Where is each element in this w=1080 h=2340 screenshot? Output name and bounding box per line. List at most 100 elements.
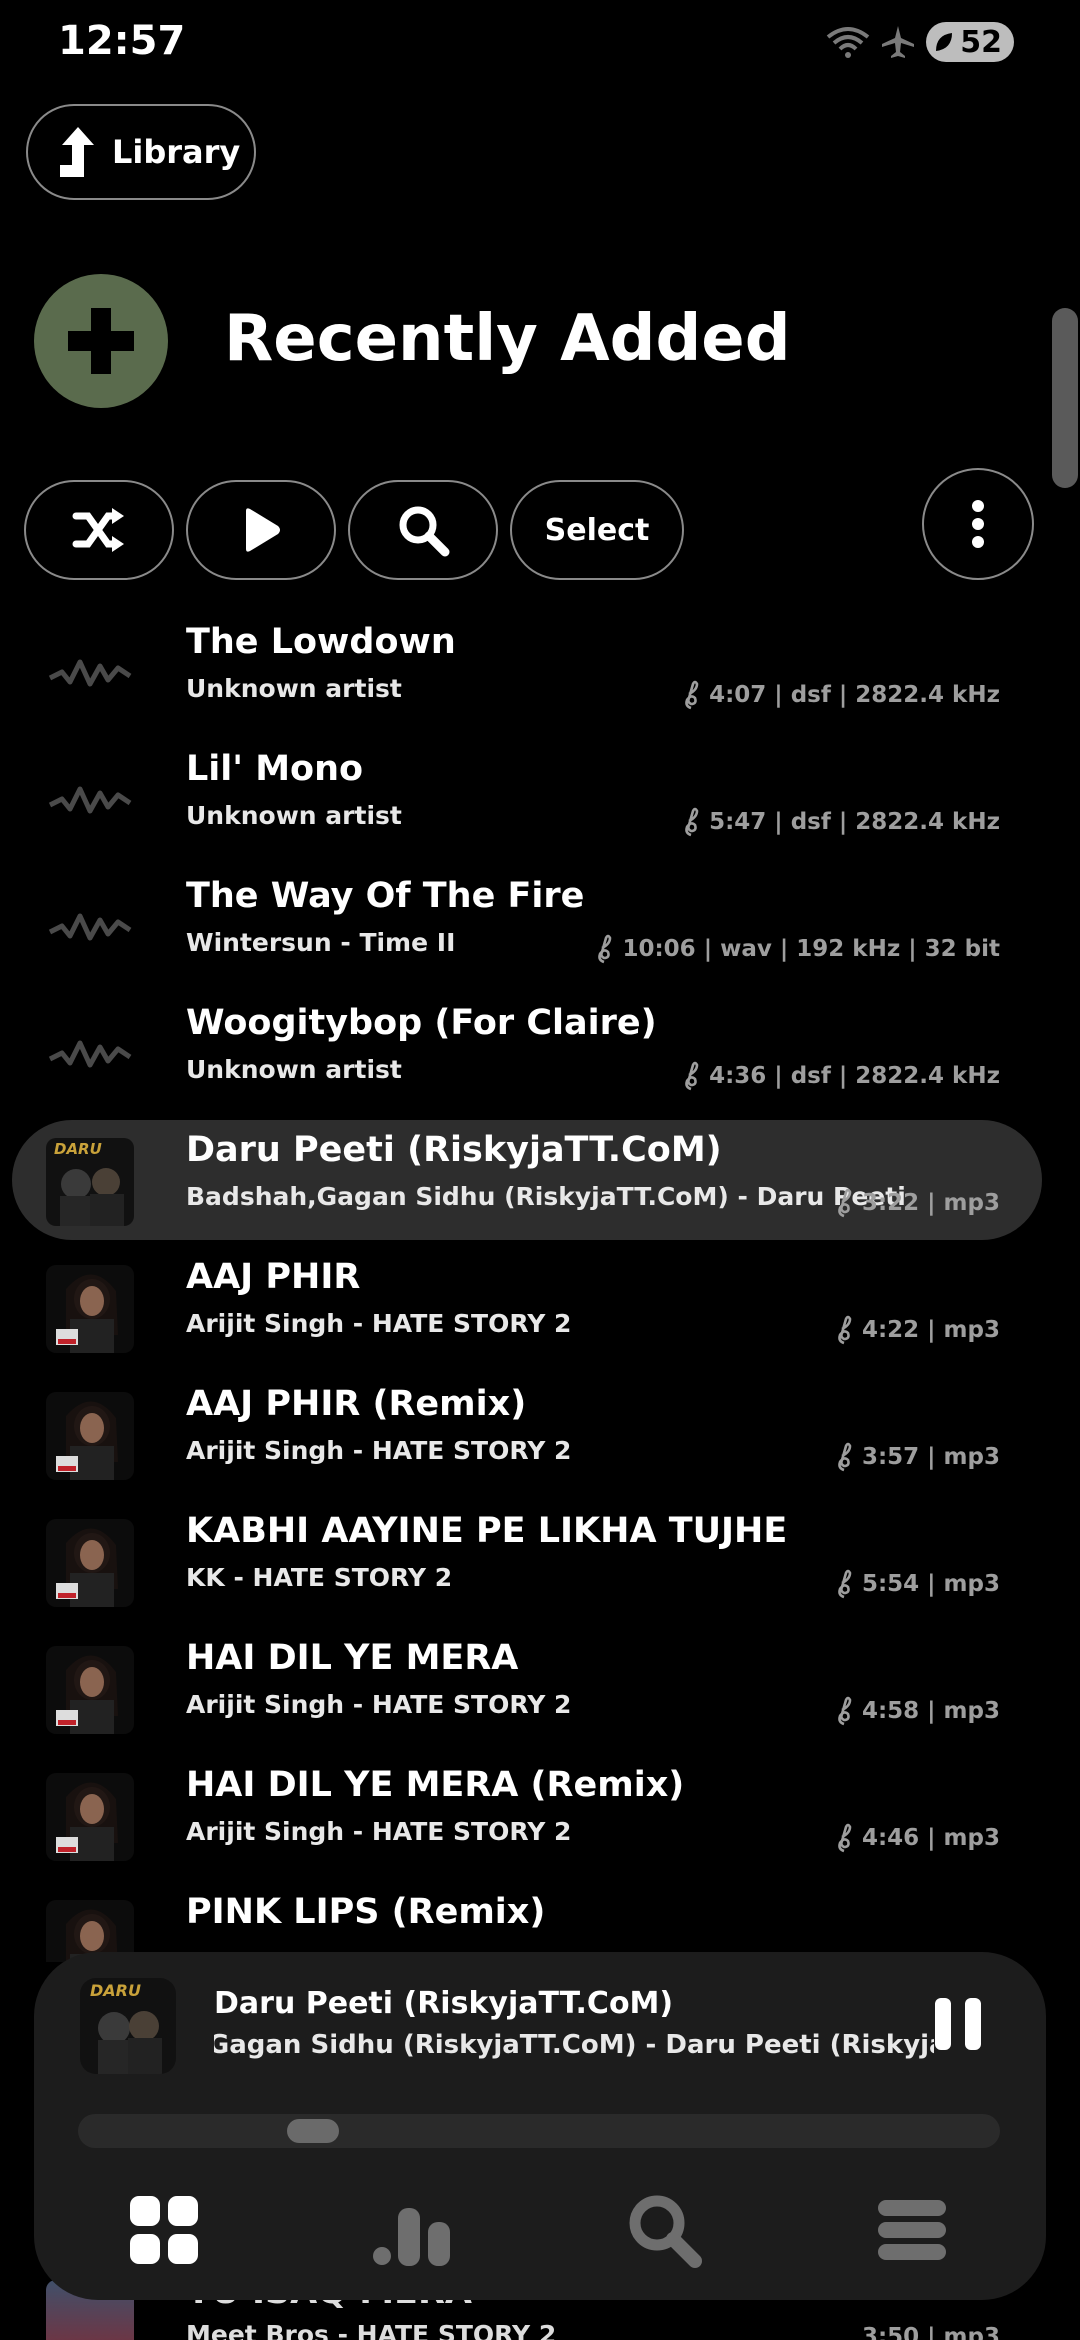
track-meta-text: 3:57 | mp3 <box>861 1444 1000 1470</box>
music-note-icon <box>838 1315 852 1345</box>
track-subtitle: Unknown artist <box>186 801 402 830</box>
track-subtitle: Unknown artist <box>186 1055 402 1084</box>
nav-menu[interactable] <box>862 2180 962 2280</box>
track-row[interactable]: KABHI AAYINE PE LIKHA TUJHE KK - HATE STO… <box>0 1491 1080 1618</box>
track-meta: 3:22 | mp3 <box>836 1188 1000 1218</box>
track-title: Lil' Mono <box>186 749 364 789</box>
waveform-icon <box>48 1040 132 1068</box>
track-meta: 4:58 | mp3 <box>836 1696 1000 1726</box>
album-art <box>46 1646 134 1734</box>
battery-indicator: 52 <box>926 22 1014 62</box>
more-options-button[interactable] <box>922 468 1034 580</box>
plus-icon <box>68 308 134 374</box>
now-playing-bar[interactable]: DARU Daru Peeti (RiskyjaTT.CoM) Badshah,… <box>34 1952 1046 2300</box>
track-artwork <box>46 1646 134 1734</box>
search-icon <box>399 506 450 557</box>
airplane-mode-icon <box>882 26 915 58</box>
progress-slider[interactable] <box>78 2114 1000 2148</box>
music-note-icon <box>685 807 699 837</box>
status-icons: 52 <box>826 22 1014 62</box>
pause-icon-bar <box>965 1998 981 2050</box>
play-all-button[interactable] <box>186 480 336 580</box>
track-row[interactable]: PINK LIPS (Remix) <box>0 1872 1080 1962</box>
track-meta-text: 5:47 | dsf | 2822.4 kHz <box>709 809 1000 835</box>
track-title: The Way Of The Fire <box>186 876 585 916</box>
library-label: Library <box>112 133 241 171</box>
track-artwork: DARU <box>46 1138 134 1226</box>
track-meta-text: 4:46 | mp3 <box>861 1825 1000 1851</box>
track-title: HAI DIL YE MERA (Remix) <box>186 1765 685 1805</box>
track-row[interactable]: The Lowdown Unknown artist 4:07 | dsf | 28… <box>0 602 1080 729</box>
track-subtitle: Arijit Singh - HATE STORY 2 <box>186 1817 572 1846</box>
music-note-icon <box>685 1061 699 1091</box>
track-subtitle: Meet Bros - HATE STORY 2 <box>186 2320 557 2340</box>
track-meta: 5:54 | mp3 <box>836 1569 1000 1599</box>
track-row[interactable]: HAI DIL YE MERA (Remix) Arijit Singh - HA… <box>0 1745 1080 1872</box>
nav-search[interactable] <box>614 2180 714 2280</box>
music-note-icon <box>838 1569 852 1599</box>
select-label: Select <box>544 512 650 548</box>
track-artwork <box>46 630 134 718</box>
music-note-icon <box>838 1823 852 1853</box>
track-row[interactable]: AAJ PHIR Arijit Singh - HATE STORY 2 4:22 … <box>0 1237 1080 1364</box>
status-time: 12:57 <box>58 18 186 64</box>
track-row[interactable]: The Way Of The Fire Wintersun - Time II 10… <box>0 856 1080 983</box>
page-title: Recently Added <box>224 302 791 376</box>
track-meta: 10:06 | wav | 192 kHz | 32 bit <box>596 934 1000 964</box>
search-button[interactable] <box>348 480 498 580</box>
scrollbar-thumb[interactable] <box>1052 308 1078 488</box>
now-playing-title: Daru Peeti (RiskyjaTT.CoM) <box>214 1986 674 2021</box>
play-icon <box>246 508 280 552</box>
album-art <box>46 1392 134 1480</box>
track-row[interactable]: DARU Daru Peeti (RiskyjaTT.CoM) Badshah,Ga… <box>0 1110 1080 1240</box>
track-title: AAJ PHIR (Remix) <box>186 1384 527 1424</box>
music-note-icon <box>838 1442 852 1472</box>
nav-grid[interactable] <box>114 2180 214 2280</box>
track-artwork <box>46 757 134 845</box>
now-playing-artwork[interactable]: DARU <box>80 1978 176 2074</box>
waveform-icon <box>48 786 132 814</box>
status-bar: 12:57 52 <box>0 0 1080 90</box>
track-title: Woogitybop (For Claire) <box>186 1003 657 1043</box>
nav-stats[interactable] <box>364 2180 464 2280</box>
track-row[interactable]: Woogitybop (For Claire) Unknown artist 4:3… <box>0 983 1080 1110</box>
track-row[interactable]: HAI DIL YE MERA Arijit Singh - HATE STORY… <box>0 1618 1080 1745</box>
music-note-icon <box>838 1696 852 1726</box>
shuffle-button[interactable] <box>24 480 174 580</box>
pause-icon-bar <box>935 1998 951 2050</box>
track-artwork <box>46 1392 134 1480</box>
waveform-icon <box>48 659 132 687</box>
track-meta: 4:07 | dsf | 2822.4 kHz <box>683 680 1000 710</box>
track-title: Daru Peeti (RiskyjaTT.CoM) <box>186 1130 722 1170</box>
wifi-icon <box>827 27 870 58</box>
pause-button[interactable] <box>920 1998 996 2068</box>
album-art: DARU <box>46 1138 134 1226</box>
svg-text:DARU: DARU <box>54 1140 102 1158</box>
track-artwork <box>46 1265 134 1353</box>
select-button[interactable]: Select <box>510 480 684 580</box>
track-row[interactable]: Lil' Mono Unknown artist 5:47 | dsf | 2822… <box>0 729 1080 856</box>
track-meta: 4:22 | mp3 <box>836 1315 1000 1345</box>
track-list[interactable]: The Lowdown Unknown artist 4:07 | dsf | 28… <box>0 602 1080 1962</box>
menu-icon <box>878 2200 946 2260</box>
track-meta-text: 4:22 | mp3 <box>861 1317 1000 1343</box>
arrow-up-icon <box>60 127 94 177</box>
track-meta-text: 5:54 | mp3 <box>861 1571 1000 1597</box>
track-title: The Lowdown <box>186 622 456 662</box>
music-note-icon <box>685 680 699 710</box>
track-title: AAJ PHIR <box>186 1257 361 1297</box>
track-subtitle: Arijit Singh - HATE STORY 2 <box>186 1309 572 1338</box>
track-meta-text: 4:07 | dsf | 2822.4 kHz <box>709 682 1000 708</box>
track-meta: 3:57 | mp3 <box>836 1442 1000 1472</box>
add-button[interactable] <box>34 274 168 408</box>
track-row[interactable]: AAJ PHIR (Remix) Arijit Singh - HATE STOR… <box>0 1364 1080 1491</box>
album-art <box>46 1265 134 1353</box>
track-subtitle: Unknown artist <box>186 674 402 703</box>
track-title: HAI DIL YE MERA <box>186 1638 519 1678</box>
bar-chart-icon <box>373 2208 450 2266</box>
library-button[interactable]: Library <box>26 104 256 200</box>
track-meta: 5:47 | dsf | 2822.4 kHz <box>683 807 1000 837</box>
track-subtitle: KK - HATE STORY 2 <box>186 1563 453 1592</box>
track-subtitle: Wintersun - Time II <box>186 928 456 957</box>
progress-thumb[interactable] <box>286 2119 339 2143</box>
